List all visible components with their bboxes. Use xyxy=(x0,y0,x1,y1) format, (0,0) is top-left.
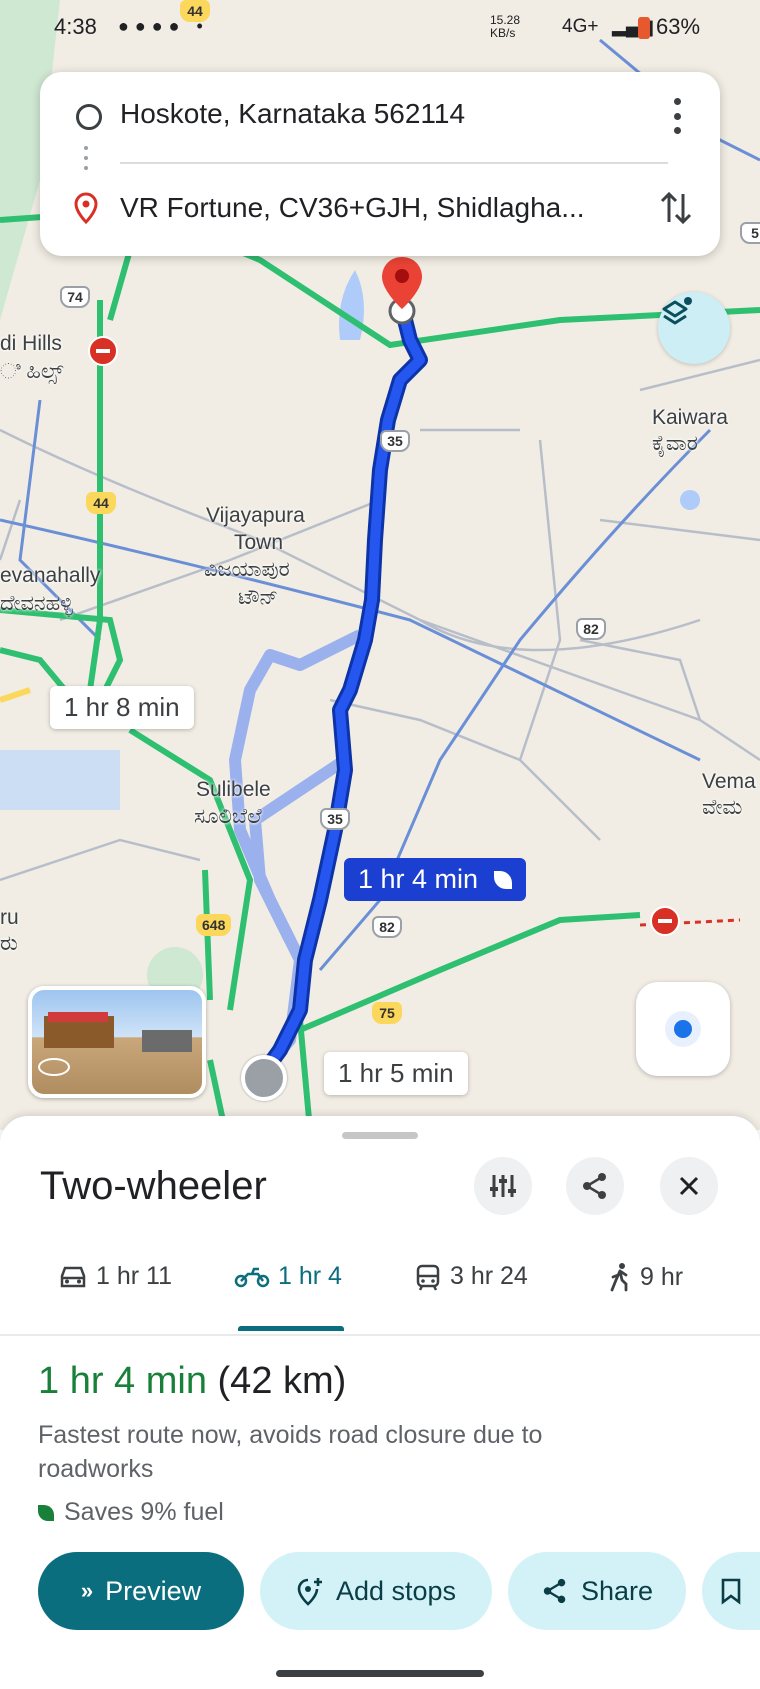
selected-tab-indicator xyxy=(238,1326,344,1331)
transit-icon xyxy=(416,1264,440,1291)
origin-marker xyxy=(241,1055,287,1101)
tab-two-wheeler[interactable]: 1 hr 4 xyxy=(234,1262,342,1291)
route-description: Fastest route now, avoids road closure d… xyxy=(38,1421,543,1483)
battery-level: 63% xyxy=(656,14,701,39)
highway-shield: 35 xyxy=(380,430,410,452)
route-options-button[interactable] xyxy=(474,1157,532,1215)
place-label: ಸೂಲಿಬೆಲೆ xyxy=(194,805,262,828)
origin-input[interactable]: Hoskote, Karnataka 562114 xyxy=(120,98,465,130)
place-label: ವೇಮ xyxy=(702,796,743,819)
route-summary: 1 hr 4 min (42 km) xyxy=(38,1360,346,1403)
gesture-nav-bar[interactable] xyxy=(276,1670,484,1677)
close-icon xyxy=(679,1176,699,1196)
highway-shield: 74 xyxy=(60,286,90,308)
add-stops-button[interactable]: Add stops xyxy=(260,1552,492,1630)
highway-shield: 44 xyxy=(86,492,116,514)
battery-icon xyxy=(638,17,650,39)
route-dots-icon xyxy=(84,146,88,150)
highway-shield: 35 xyxy=(320,808,350,830)
fuel-savings-label: Saves 9% fuel xyxy=(64,1498,224,1526)
add-stops-label: Add stops xyxy=(335,1575,457,1606)
network-speed: 15.28 KB/s xyxy=(490,13,521,40)
signal-label: 4G+ xyxy=(562,16,599,37)
place-label: ರು xyxy=(0,932,18,955)
destination-pin-icon xyxy=(73,192,99,229)
origin-circle-icon xyxy=(76,104,102,130)
bookmark-icon xyxy=(721,1578,741,1605)
tab-drive-label: 1 hr 11 xyxy=(96,1262,172,1290)
tab-walk[interactable]: 9 hr xyxy=(608,1262,683,1292)
share-icon xyxy=(583,1173,606,1199)
swap-icon xyxy=(660,191,692,225)
preview-button[interactable]: » Preview xyxy=(38,1552,244,1630)
destination-input[interactable]: VR Fortune, CV36+GJH, Shidlagha... xyxy=(120,192,585,224)
tab-transit[interactable]: 3 hr 24 xyxy=(414,1262,528,1291)
route-duration: 1 hr 4 min xyxy=(38,1360,207,1402)
destination-pin-icon xyxy=(378,255,426,325)
status-bar: 4:38 ●●●● • 15.28 KB/s 4G+ ▂▄▆ 63% xyxy=(0,0,760,56)
road-closure-icon[interactable] xyxy=(650,906,680,936)
street-view-thumbnail[interactable] xyxy=(28,986,206,1098)
tune-icon xyxy=(490,1175,516,1197)
close-button[interactable] xyxy=(660,1157,718,1215)
place-label: evanahally xyxy=(0,564,101,587)
swap-directions-button[interactable] xyxy=(658,188,694,233)
preview-label: Preview xyxy=(105,1575,202,1606)
place-label: Vema xyxy=(702,770,756,793)
place-label: ru xyxy=(0,906,19,929)
notification-icons: ●●●● • xyxy=(118,16,209,36)
add-location-icon xyxy=(297,1578,322,1606)
eta-main-text: 1 hr 4 min xyxy=(358,864,479,894)
road-closure-icon[interactable] xyxy=(88,336,118,366)
leaf-icon xyxy=(493,871,512,889)
tab-drive[interactable]: 1 hr 11 xyxy=(58,1262,172,1291)
place-label: ಕೈವಾರ xyxy=(652,432,698,455)
drag-handle[interactable] xyxy=(342,1132,418,1139)
highway-shield: 648 xyxy=(196,914,232,936)
leaf-icon xyxy=(38,1504,54,1521)
my-location-button[interactable] xyxy=(636,982,730,1076)
tab-two-wheeler-label: 1 hr 4 xyxy=(278,1262,342,1290)
share-route-button[interactable] xyxy=(566,1157,624,1215)
eta-alt-route-label[interactable]: 1 hr 5 min xyxy=(324,1052,468,1095)
walk-icon xyxy=(610,1263,628,1292)
layers-button[interactable] xyxy=(658,292,730,364)
tab-transit-label: 3 hr 24 xyxy=(450,1262,528,1290)
place-label: ಿ ಹಿಲ್ಸ್ xyxy=(0,360,64,383)
place-label: di Hills xyxy=(0,332,62,355)
tab-walk-label: 9 hr xyxy=(640,1262,684,1291)
eta-main-route-label[interactable]: 1 hr 4 min xyxy=(344,858,526,901)
eta-alt-route-label[interactable]: 1 hr 8 min xyxy=(50,686,194,729)
highway-shield: 5 xyxy=(740,222,760,244)
more-options-button[interactable] xyxy=(662,98,692,134)
fuel-savings: Saves 9% fuel xyxy=(38,1498,224,1527)
location-dot-icon xyxy=(665,1011,701,1047)
place-label: Vijayapura xyxy=(206,504,305,527)
share-button[interactable]: Share xyxy=(508,1552,686,1630)
status-time: 4:38 xyxy=(54,14,97,39)
360-icon xyxy=(38,1058,70,1076)
place-label: Sulibele xyxy=(196,778,271,801)
double-chevron-icon: » xyxy=(80,1578,94,1603)
layers-icon xyxy=(662,297,692,325)
travel-mode-title: Two-wheeler xyxy=(40,1164,267,1208)
route-distance: (42 km) xyxy=(217,1360,347,1402)
place-label: Kaiwara xyxy=(652,406,728,429)
share-label: Share xyxy=(580,1575,654,1606)
place-label: ವಿಜಯಾಪುರ xyxy=(204,558,290,581)
place-label: Town xyxy=(234,531,284,554)
route-card: Hoskote, Karnataka 562114 VR Fortune, CV… xyxy=(40,72,720,256)
share-icon xyxy=(543,1578,566,1604)
place-label: ದೇವನಹಳ್ಳಿ xyxy=(0,592,73,615)
highway-shield: 82 xyxy=(372,916,402,938)
car-icon xyxy=(60,1266,86,1287)
place-label: ಟೌನ್ xyxy=(238,586,279,609)
highway-shield: 82 xyxy=(576,618,606,640)
highway-shield: 75 xyxy=(372,1002,402,1024)
divider xyxy=(120,162,668,164)
tabs-divider xyxy=(0,1334,760,1336)
motorbike-icon xyxy=(234,1267,270,1287)
